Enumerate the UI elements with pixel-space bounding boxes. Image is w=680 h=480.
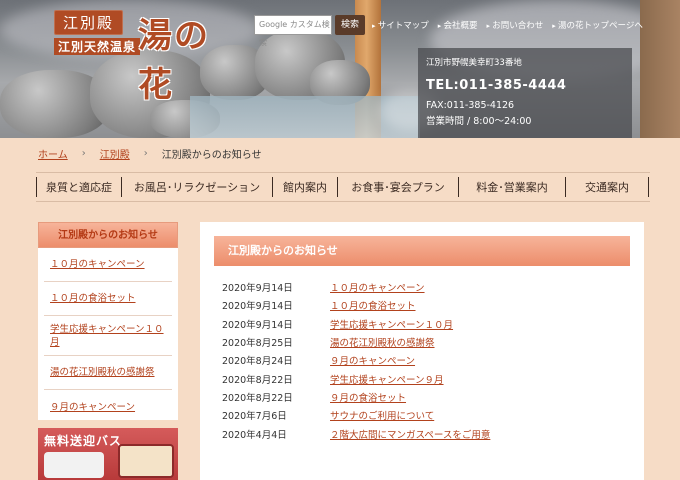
news-row: 2020年9月14日 １０月の食浴セット: [222, 296, 622, 314]
news-link[interactable]: １０月のキャンペーン: [330, 280, 425, 294]
news-link[interactable]: １０月の食浴セット: [330, 298, 416, 312]
sidebar-item-label[interactable]: 学生応援キャンペーン１０月: [50, 323, 166, 349]
nav-facility-guide[interactable]: 館内案内: [273, 176, 337, 198]
news-date: 2020年9月14日: [222, 301, 293, 313]
nav-access[interactable]: 交通案内: [566, 176, 648, 198]
yunohana-top-link[interactable]: 湯の花トップページへ: [552, 19, 643, 31]
search-input[interactable]: Google カスタム検索: [254, 15, 332, 47]
sidebar-item-label[interactable]: １０月のキャンペーン: [50, 258, 145, 271]
news-date: 2020年8月24日: [222, 356, 293, 368]
business-hours: 営業時間 / 8:00～24:00: [426, 116, 532, 127]
news-row: 2020年9月14日 学生応援キャンペーン１０月: [222, 315, 622, 333]
nav-spring-quality[interactable]: 泉質と適応症: [37, 176, 121, 198]
breadcrumb-separator: ›: [81, 148, 86, 159]
news-link[interactable]: 学生応援キャンペーン１０月: [330, 317, 453, 331]
news-row: 2020年8月22日 ９月の食浴セット: [222, 388, 622, 406]
news-link[interactable]: サウナのご利用について: [330, 408, 434, 422]
phone-number: TEL:011-385-4444: [426, 78, 567, 93]
news-link[interactable]: ２階大広間にマンガスペースをご用意: [330, 427, 490, 441]
nav-price-hours[interactable]: 料金･営業案内: [459, 176, 565, 198]
breadcrumb: ホーム › 江別殿 › 江別殿からのお知らせ: [38, 146, 262, 161]
main-content: 江別殿からのお知らせ 2020年9月14日 １０月のキャンペーン 2020年9月1…: [200, 222, 644, 480]
top-links: サイトマップ 会社概要 お問い合わせ 湯の花トップページへ: [372, 15, 643, 35]
contact-link[interactable]: お問い合わせ: [487, 19, 543, 31]
company-link[interactable]: 会社概要: [438, 19, 478, 31]
bus-icon: [118, 444, 174, 478]
sidebar-item[interactable]: ９月のキャンペーン: [44, 390, 172, 424]
logo-tag: 江別殿: [54, 10, 124, 35]
breadcrumb-ebetsu[interactable]: 江別殿: [100, 146, 130, 161]
page-title: 江別殿からのお知らせ: [214, 236, 630, 266]
search-button[interactable]: 検索: [335, 15, 365, 35]
news-link[interactable]: 学生応援キャンペーン９月: [330, 372, 444, 386]
address: 江別市野幌美幸町33番地: [426, 58, 522, 68]
breadcrumb-current: 江別殿からのお知らせ: [161, 150, 262, 161]
news-row: 2020年9月14日 １０月のキャンペーン: [222, 278, 622, 296]
news-date: 2020年9月14日: [222, 319, 293, 331]
free-shuttle-bus-banner[interactable]: 無料送迎バス: [38, 428, 178, 480]
sidebar-item-label[interactable]: 湯の花江別殿秋の感謝祭: [50, 366, 155, 379]
nav-divider: [648, 177, 649, 197]
news-row: 2020年8月22日 学生応援キャンペーン９月: [222, 369, 622, 387]
logo-sub: 江別天然温泉: [54, 38, 141, 55]
sidebar-item[interactable]: １０月の食浴セット: [44, 282, 172, 316]
sidebar-item[interactable]: １０月のキャンペーン: [44, 248, 172, 282]
logo-name: 湯の花: [138, 16, 210, 105]
news-date: 2020年8月22日: [222, 392, 293, 404]
news-date: 2020年4月4日: [222, 429, 287, 441]
sidebar-item[interactable]: 湯の花江別殿秋の感謝祭: [44, 356, 172, 390]
news-link[interactable]: ９月の食浴セット: [330, 390, 406, 404]
sidebar-heading: 江別殿からのお知らせ: [38, 222, 178, 248]
sidebar-list: １０月のキャンペーン １０月の食浴セット 学生応援キャンペーン１０月 湯の花江別…: [38, 248, 178, 424]
nav-bath-relaxation[interactable]: お風呂･リラクゼーション: [122, 176, 272, 198]
news-link[interactable]: 湯の花江別殿秋の感謝祭: [330, 335, 435, 349]
news-row: 2020年7月6日 サウナのご利用について: [222, 406, 622, 424]
news-row: 2020年8月25日 湯の花江別殿秋の感謝祭: [222, 333, 622, 351]
bus-banner-label: 無料送迎バス: [44, 434, 123, 448]
news-list: 2020年9月14日 １０月のキャンペーン 2020年9月14日 １０月の食浴セット…: [222, 278, 622, 443]
news-link[interactable]: ９月のキャンペーン: [330, 353, 415, 367]
breadcrumb-home[interactable]: ホーム: [38, 146, 68, 161]
news-date: 2020年7月6日: [222, 411, 287, 423]
news-row: 2020年8月24日 ９月のキャンペーン: [222, 351, 622, 369]
news-date: 2020年9月14日: [222, 283, 293, 295]
sidebar: 江別殿からのお知らせ １０月のキャンペーン １０月の食浴セット 学生応援キャンペ…: [38, 222, 178, 420]
sidebar-item-label[interactable]: １０月の食浴セット: [50, 292, 136, 305]
site-logo[interactable]: 江別殿 江別天然温泉 湯の花: [48, 4, 238, 105]
sidebar-item[interactable]: 学生応援キャンペーン１０月: [44, 316, 172, 356]
sidebar-item-label[interactable]: ９月のキャンペーン: [50, 401, 135, 414]
bus-icon: [44, 452, 104, 478]
header: 江別殿 江別天然温泉 湯の花 Google カスタム検索 検索 サイトマップ 会…: [0, 0, 680, 138]
fax-number: FAX:011-385-4126: [426, 100, 515, 111]
news-row: 2020年4月4日 ２階大広間にマンガスペースをご用意: [222, 424, 622, 442]
breadcrumb-separator: ›: [143, 148, 148, 159]
news-date: 2020年8月25日: [222, 338, 293, 350]
sitemap-link[interactable]: サイトマップ: [372, 19, 429, 31]
news-date: 2020年8月22日: [222, 374, 293, 386]
info-box: 江別市野幌美幸町33番地 TEL:011-385-4444 FAX:011-38…: [418, 48, 632, 138]
nav-dining-banquet[interactable]: お食事･宴会プラン: [338, 176, 458, 198]
global-nav: 泉質と適応症 お風呂･リラクゼーション 館内案内 お食事･宴会プラン 料金･営業…: [36, 172, 650, 202]
